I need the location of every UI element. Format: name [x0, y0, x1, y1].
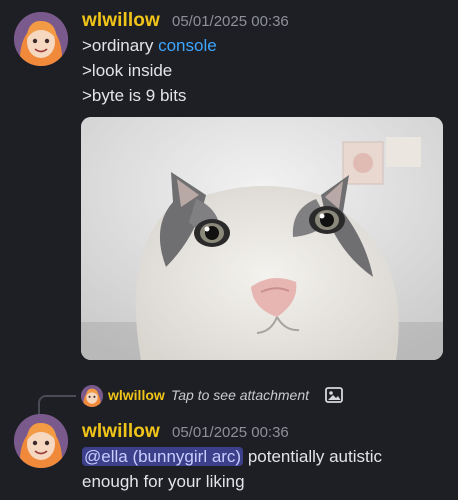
reply-avatar[interactable] — [81, 385, 103, 407]
message-text: >ordinary — [82, 36, 159, 55]
message-line: enough for your liking — [82, 472, 245, 491]
message-username[interactable]: wlwillow — [82, 421, 160, 443]
user-avatar[interactable] — [14, 414, 68, 468]
console-link[interactable]: console — [158, 36, 217, 55]
message-line: >look inside — [82, 61, 173, 80]
user-avatar[interactable] — [14, 12, 68, 66]
reply-username[interactable]: wlwillow — [108, 387, 165, 403]
message-timestamp: 05/01/2025 00:36 — [172, 424, 289, 441]
image-attachment[interactable] — [81, 117, 443, 360]
message-line: >ordinary console — [82, 36, 217, 56]
message-line: @ella (bunnygirl arc) potentially autist… — [82, 447, 382, 467]
message-username[interactable]: wlwillow — [82, 10, 160, 32]
message-line: >byte is 9 bits — [82, 86, 187, 105]
user-mention[interactable]: @ella (bunnygirl arc) — [82, 447, 244, 466]
reply-attachment-text[interactable]: Tap to see attachment — [171, 387, 309, 403]
chat-view: wlwillow 05/01/2025 00:36 >ordinary cons… — [0, 0, 458, 500]
message-timestamp: 05/01/2025 00:36 — [172, 13, 289, 30]
image-icon[interactable] — [325, 386, 343, 404]
message-text: potentially autistic — [243, 447, 382, 466]
